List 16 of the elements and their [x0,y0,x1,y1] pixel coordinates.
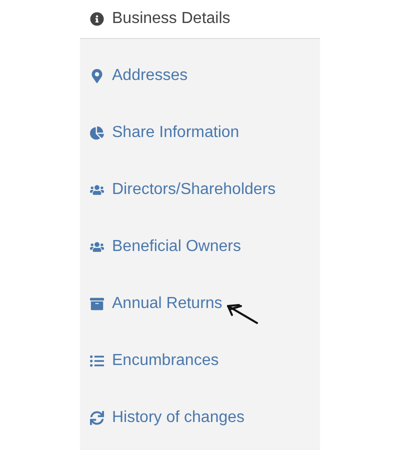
pie-chart-icon [90,126,104,140]
sidebar-item[interactable]: Addresses [80,47,320,104]
sidebar-item[interactable]: Share Information [80,104,320,161]
users-icon [90,240,104,254]
map-pin-icon [90,68,104,82]
sidebar-item[interactable]: Encumbrances [80,332,320,389]
refresh-icon [90,410,104,424]
users-icon [90,182,104,196]
sidebar-item[interactable]: Business Details [80,0,320,39]
sidebar-item[interactable]: Annual Returns [80,275,320,332]
sidebar-item[interactable]: Directors/Shareholders [80,161,320,218]
info-icon [90,12,104,26]
archive-icon [90,296,104,310]
sidebar-item[interactable]: History of changes [80,389,320,446]
list-icon [90,354,104,368]
sidebar-item[interactable]: Beneficial Owners [80,218,320,275]
